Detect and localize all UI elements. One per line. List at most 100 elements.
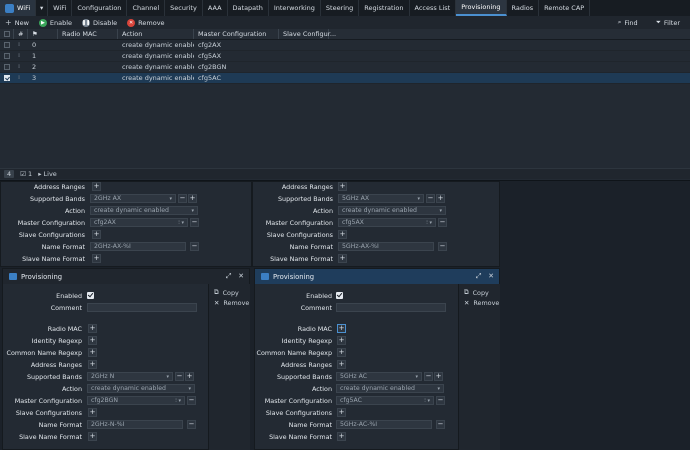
master-configuration-select[interactable]: cfg2BGN ⁝ ▾ xyxy=(87,396,185,405)
remove-name-format-button[interactable]: − xyxy=(438,242,447,251)
tab-channel[interactable]: Channel xyxy=(127,0,166,16)
remove-name-format-button[interactable]: − xyxy=(190,242,199,251)
add-slave-name-format-button[interactable]: + xyxy=(338,254,347,263)
column-slave-configurations[interactable]: Slave Configur... xyxy=(279,29,336,39)
action-select[interactable]: create dynamic enabled ▾ xyxy=(336,384,444,393)
add-address-range-button[interactable]: + xyxy=(338,182,347,191)
tab-configuration[interactable]: Configuration xyxy=(72,0,128,16)
enabled-checkbox[interactable] xyxy=(336,292,343,299)
new-button[interactable]: + New xyxy=(0,18,34,27)
comment-input[interactable] xyxy=(336,303,446,312)
tab-wifi-menu[interactable]: WiFi xyxy=(0,0,37,16)
column-master-configuration[interactable]: Master Configuration xyxy=(194,29,279,39)
tab-datapath[interactable]: Datapath xyxy=(228,0,269,16)
add-identity-regexp-button[interactable]: + xyxy=(337,336,346,345)
tab-menu-dropdown[interactable]: ▾ xyxy=(36,0,49,16)
remove-master-button[interactable]: − xyxy=(190,218,199,227)
tab-remote-cap[interactable]: Remote CAP xyxy=(539,0,591,16)
supported-bands-select[interactable]: 2GHz AX ▾ xyxy=(90,194,176,203)
tab-registration[interactable]: Registration xyxy=(359,0,410,16)
remove-band-button[interactable]: − xyxy=(426,194,435,203)
drag-handle-icon[interactable]: ⁞⁞ xyxy=(18,64,20,70)
master-configuration-select[interactable]: cfg5AC ⁝ ▾ xyxy=(336,396,434,405)
restore-icon[interactable]: ⤢ xyxy=(476,272,481,281)
action-select[interactable]: create dynamic enabled ▾ xyxy=(87,384,195,393)
row-checkbox[interactable] xyxy=(4,53,10,59)
remove-button[interactable]: ✕ Remove xyxy=(459,298,500,308)
add-radio-mac-button[interactable]: + xyxy=(88,324,97,333)
select-all-column[interactable] xyxy=(0,29,14,39)
table-row-selected[interactable]: ⁞⁞ 3 create dynamic enabled cfg5AC xyxy=(0,73,690,84)
column-num[interactable]: # xyxy=(14,29,28,39)
tab-provisioning[interactable]: Provisioning xyxy=(456,0,507,16)
remove-master-button[interactable]: − xyxy=(187,396,196,405)
action-select[interactable]: create dynamic enabled ▾ xyxy=(90,206,198,215)
remove-master-button[interactable]: − xyxy=(438,218,447,227)
find-button[interactable]: ⌕ Find xyxy=(613,18,643,27)
column-radio-mac[interactable]: Radio MAC xyxy=(58,29,118,39)
add-slave-configuration-button[interactable]: + xyxy=(338,230,347,239)
remove-name-format-button[interactable]: − xyxy=(436,420,445,429)
name-format-input[interactable]: 5GHz-AC-%I xyxy=(336,420,432,429)
tab-interworking[interactable]: Interworking xyxy=(269,0,321,16)
remove-band-button[interactable]: − xyxy=(178,194,187,203)
tab-wifi[interactable]: WiFi xyxy=(48,0,73,16)
copy-button[interactable]: ⧉ Copy xyxy=(459,287,500,298)
add-address-range-button[interactable]: + xyxy=(92,182,101,191)
add-slave-name-format-button[interactable]: + xyxy=(88,432,97,441)
window-titlebar[interactable]: Provisioning ⤢ ✕ xyxy=(255,269,499,284)
add-identity-regexp-button[interactable]: + xyxy=(88,336,97,345)
add-slave-configuration-button[interactable]: + xyxy=(88,408,97,417)
disable-button[interactable]: ❚❚ Disable xyxy=(77,18,122,27)
add-common-name-regexp-button[interactable]: + xyxy=(88,348,97,357)
tab-access-list[interactable]: Access List xyxy=(410,0,457,16)
row-checkbox[interactable] xyxy=(4,64,10,70)
name-format-input[interactable]: 5GHz-AX-%I xyxy=(338,242,434,251)
table-row[interactable]: ⁞⁞ 0 create dynamic enabled cfg2AX xyxy=(0,40,690,51)
add-common-name-regexp-button[interactable]: + xyxy=(337,348,346,357)
add-slave-name-format-button[interactable]: + xyxy=(92,254,101,263)
supported-bands-select[interactable]: 5GHz AC ▾ xyxy=(336,372,422,381)
table-row[interactable]: ⁞⁞ 2 create dynamic enabled cfg2BGN xyxy=(0,62,690,73)
add-slave-configuration-button[interactable]: + xyxy=(92,230,101,239)
filter-button[interactable]: ⏷ Filter xyxy=(651,18,685,27)
window-titlebar[interactable]: Provisioning ⤢ ✕ xyxy=(3,269,249,284)
row-checkbox[interactable] xyxy=(4,42,10,48)
add-radio-mac-button[interactable]: + xyxy=(337,324,346,333)
column-flags[interactable]: ⚑ xyxy=(28,29,58,39)
add-band-button[interactable]: + xyxy=(434,372,443,381)
supported-bands-select[interactable]: 5GHz AX ▾ xyxy=(338,194,424,203)
column-action[interactable]: Action xyxy=(118,29,194,39)
name-format-input[interactable]: 2GHz-N-%I xyxy=(87,420,183,429)
remove-name-format-button[interactable]: − xyxy=(187,420,196,429)
add-band-button[interactable]: + xyxy=(436,194,445,203)
enabled-checkbox[interactable] xyxy=(87,292,94,299)
add-address-range-button[interactable]: + xyxy=(88,360,97,369)
restore-icon[interactable]: ⤢ xyxy=(226,272,231,281)
tab-security[interactable]: Security xyxy=(165,0,203,16)
supported-bands-select[interactable]: 2GHz N ▾ xyxy=(87,372,173,381)
table-row[interactable]: ⁞⁞ 1 create dynamic enabled cfg5AX xyxy=(0,51,690,62)
remove-button[interactable]: ✕ Remove xyxy=(209,298,250,308)
live-mode[interactable]: ▸ Live xyxy=(38,170,57,178)
remove-button[interactable]: ✕ Remove xyxy=(122,18,169,27)
add-slave-name-format-button[interactable]: + xyxy=(337,432,346,441)
tab-steering[interactable]: Steering xyxy=(321,0,360,16)
master-configuration-select[interactable]: cfg2AX ⁝ ▾ xyxy=(90,218,188,227)
drag-handle-icon[interactable]: ⁞⁞ xyxy=(18,53,20,59)
name-format-input[interactable]: 2GHz-AX-%I xyxy=(90,242,186,251)
row-checkbox[interactable] xyxy=(4,75,10,81)
action-select[interactable]: create dynamic enabled ▾ xyxy=(338,206,446,215)
tab-aaa[interactable]: AAA xyxy=(203,0,228,16)
remove-band-button[interactable]: − xyxy=(424,372,433,381)
remove-master-button[interactable]: − xyxy=(436,396,445,405)
add-address-range-button[interactable]: + xyxy=(337,360,346,369)
close-icon[interactable]: ✕ xyxy=(238,272,244,281)
select-all-checkbox[interactable] xyxy=(4,31,10,37)
copy-button[interactable]: ⧉ Copy xyxy=(209,287,250,298)
add-band-button[interactable]: + xyxy=(185,372,194,381)
enable-button[interactable]: ▶ Enable xyxy=(34,18,77,27)
add-slave-configuration-button[interactable]: + xyxy=(337,408,346,417)
add-band-button[interactable]: + xyxy=(188,194,197,203)
comment-input[interactable] xyxy=(87,303,197,312)
